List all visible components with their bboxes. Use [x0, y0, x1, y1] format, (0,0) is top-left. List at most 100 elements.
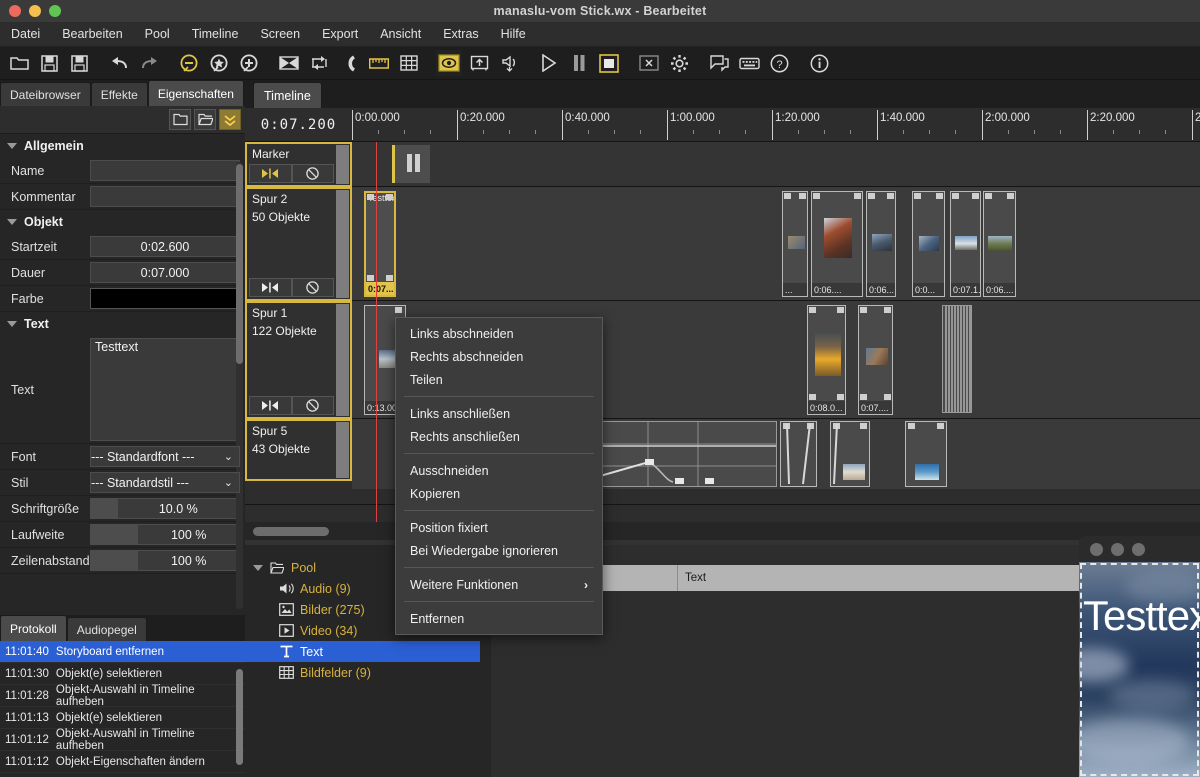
tab-dateibrowser[interactable]: Dateibrowser	[0, 82, 91, 106]
timeline-clip[interactable]: 0:06...	[866, 191, 896, 297]
disable-icon[interactable]	[291, 164, 334, 183]
zeilenabstand-slider[interactable]: 100 %	[90, 550, 240, 571]
menu-export[interactable]: Export	[311, 24, 369, 44]
redo-icon[interactable]	[136, 50, 162, 76]
startzeit-input[interactable]: 0:02.600	[90, 236, 240, 257]
farbe-swatch[interactable]	[90, 288, 240, 309]
menu-item-teilen[interactable]: Teilen	[396, 368, 602, 391]
list-item[interactable]: 11:01:12 Objekt-Auswahl in Timeline aufh…	[0, 728, 245, 752]
list-item[interactable]: 11:01:30 Objekt(e) selektieren	[0, 663, 245, 685]
menu-bearbeiten[interactable]: Bearbeiten	[51, 24, 133, 44]
timeline-clip[interactable]: 0:0...	[912, 191, 945, 297]
menu-item-position-fixiert[interactable]: Position fixiert	[396, 516, 602, 539]
menu-item-links-anschliessen[interactable]: Links anschließen	[396, 402, 602, 425]
track-header-scrollbar[interactable]	[336, 304, 349, 416]
menu-item-weitere-funktionen[interactable]: Weitere Funktionen ›	[396, 573, 602, 596]
timeline-clip[interactable]: 0:07....	[858, 305, 893, 415]
dauer-input[interactable]: 0:07.000	[90, 262, 240, 283]
timeline-clip[interactable]	[780, 421, 817, 487]
menu-item-entfernen[interactable]: Entfernen	[396, 607, 602, 630]
track-header-scrollbar[interactable]	[336, 145, 349, 184]
timeline-clip[interactable]	[905, 421, 947, 487]
menu-timeline[interactable]: Timeline	[181, 24, 250, 44]
tab-eigenschaften[interactable]: Eigenschaften	[147, 80, 244, 106]
schriftgroesse-slider[interactable]: 10.0 %	[90, 498, 240, 519]
ruler-icon[interactable]	[366, 50, 392, 76]
keyboard-icon[interactable]	[736, 50, 762, 76]
preview-maximize-button[interactable]	[1132, 542, 1145, 556]
close-preview-icon[interactable]	[636, 50, 662, 76]
timeline-hscrollbar-thumb[interactable]	[253, 526, 329, 536]
ruler-ticks[interactable]: 0:00.000 0:20.000 0:40.000 1:00.000 1:20…	[352, 108, 1200, 141]
save-icon[interactable]	[36, 50, 62, 76]
preview-canvas[interactable]: Testtext	[1079, 562, 1200, 777]
menu-item-rechts-anschliessen[interactable]: Rechts anschließen	[396, 425, 602, 448]
grid-icon[interactable]	[396, 50, 422, 76]
track-header-scrollbar[interactable]	[336, 190, 349, 298]
properties-scrollbar-thumb[interactable]	[236, 164, 243, 364]
text-textarea[interactable]: Testtext	[90, 338, 240, 441]
menu-hilfe[interactable]: Hilfe	[490, 24, 537, 44]
preview-close-button[interactable]	[1090, 542, 1103, 556]
info-icon[interactable]	[806, 50, 832, 76]
collapse-all-icon[interactable]	[219, 109, 241, 130]
open-icon[interactable]	[6, 50, 32, 76]
disable-icon[interactable]	[291, 396, 334, 415]
settings-icon[interactable]	[666, 50, 692, 76]
timeline-clip[interactable]: 0:07.1...	[950, 191, 981, 297]
name-input[interactable]	[90, 160, 240, 181]
font-select[interactable]: --- Standardfont --- ⌄	[90, 446, 240, 467]
undo-icon[interactable]	[106, 50, 132, 76]
timeline-clip-selected[interactable]: Testtext 0:07...	[364, 191, 396, 297]
timeline-clip-curve[interactable]	[592, 421, 777, 487]
pool-item-text[interactable]: Text	[245, 641, 480, 662]
disable-icon[interactable]	[291, 278, 334, 297]
protokoll-scrollbar-thumb[interactable]	[236, 669, 243, 765]
track-body-marker[interactable]	[352, 142, 1200, 186]
group-text[interactable]: Text	[0, 312, 245, 336]
pause-icon[interactable]	[566, 50, 592, 76]
zoom-in-icon[interactable]	[236, 50, 262, 76]
stil-select[interactable]: --- Standardstil --- ⌄	[90, 472, 240, 493]
new-folder-icon[interactable]	[169, 109, 191, 130]
track-header-spur5[interactable]: Spur 5 43 Objekte	[245, 419, 352, 481]
center-marker-icon[interactable]	[249, 396, 292, 415]
menu-datei[interactable]: Datei	[0, 24, 51, 44]
timeline-clip[interactable]: ...	[782, 191, 808, 297]
group-objekt[interactable]: Objekt	[0, 210, 245, 234]
track-header-spur2[interactable]: Spur 2 50 Objekte	[245, 187, 352, 301]
list-item[interactable]: 11:01:40 Storyboard entfernen	[0, 641, 245, 663]
menu-screen[interactable]: Screen	[249, 24, 311, 44]
pool-item-bildfelder[interactable]: Bildfelder (9)	[245, 662, 491, 683]
list-item[interactable]: 11:01:12 Objekt-Eigenschaften ändern	[0, 751, 245, 773]
zoom-out-icon[interactable]	[176, 50, 202, 76]
preview-minimize-button[interactable]	[1111, 542, 1124, 556]
menu-item-rechts-abschneiden[interactable]: Rechts abschneiden	[396, 345, 602, 368]
audio-icon[interactable]	[496, 50, 522, 76]
save-as-icon[interactable]	[66, 50, 92, 76]
track-header-scrollbar[interactable]	[336, 422, 349, 478]
stop-icon[interactable]	[596, 50, 622, 76]
timeline-clip[interactable]: 0:06....	[983, 191, 1016, 297]
open-folder-icon[interactable]	[194, 109, 216, 130]
marker-clip[interactable]	[392, 145, 430, 183]
tab-effekte[interactable]: Effekte	[90, 82, 148, 106]
timeline-clip[interactable]	[830, 421, 870, 487]
play-icon[interactable]	[536, 50, 562, 76]
magnet-icon[interactable]	[336, 50, 362, 76]
kommentar-input[interactable]	[90, 186, 240, 207]
tab-timeline[interactable]: Timeline	[253, 82, 322, 108]
menu-item-kopieren[interactable]: Kopieren	[396, 482, 602, 505]
menu-extras[interactable]: Extras	[432, 24, 489, 44]
list-item[interactable]: 11:01:13 Objekt(e) selektieren	[0, 707, 245, 729]
menu-item-bei-wiedergabe-ignorieren[interactable]: Bei Wiedergabe ignorieren	[396, 539, 602, 562]
list-item[interactable]: 11:01:28 Objekt-Auswahl in Timeline aufh…	[0, 684, 245, 708]
timeline-clip[interactable]: 0:06....	[811, 191, 863, 297]
swap-icon[interactable]	[306, 50, 332, 76]
center-marker-icon[interactable]	[249, 278, 292, 297]
center-marker-icon[interactable]	[249, 164, 292, 183]
render-icon[interactable]	[466, 50, 492, 76]
timeline-clip-group[interactable]	[942, 305, 972, 413]
menu-ansicht[interactable]: Ansicht	[369, 24, 432, 44]
menu-item-links-abschneiden[interactable]: Links abschneiden	[396, 322, 602, 345]
